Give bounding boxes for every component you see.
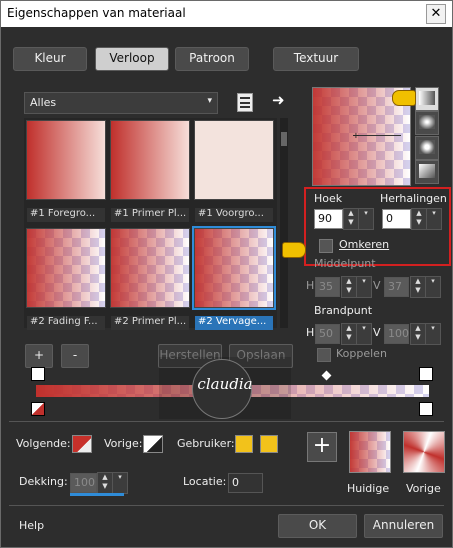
gradient-tile[interactable]: #2 Fading F... xyxy=(26,228,106,330)
opacity-slider[interactable] xyxy=(70,493,124,496)
link-label: Koppelen xyxy=(336,347,387,360)
user-swatch-1[interactable] xyxy=(235,435,253,453)
add-stop-button[interactable]: + xyxy=(25,344,53,368)
gradient-tile[interactable]: #1 Primer Pl... xyxy=(110,120,190,222)
scrollbar-thumb[interactable] xyxy=(281,132,287,146)
pointing-hand-icon xyxy=(282,242,306,258)
focal-v-spinner[interactable]: ▲ ▼ xyxy=(410,323,426,345)
tab-color[interactable]: Kleur xyxy=(13,47,87,71)
sunburst-gradient-style-button[interactable] xyxy=(415,160,439,184)
window-title: Eigenschappen van materiaal xyxy=(7,6,186,20)
repeats-input[interactable]: 0 xyxy=(382,209,411,229)
midpoint-h-input[interactable]: 35 xyxy=(315,277,340,297)
linear-gradient-style-button[interactable] xyxy=(415,87,439,111)
opacity-stop-marker[interactable] xyxy=(419,367,433,381)
document-icon[interactable] xyxy=(237,93,253,112)
tab-pattern[interactable]: Patroon xyxy=(175,47,249,71)
color-stop-marker[interactable] xyxy=(419,402,433,416)
angle-label: Hoek xyxy=(314,192,343,205)
title-bar: Eigenschappen van materiaal ✕ xyxy=(1,1,452,27)
midpoint-v-spinner[interactable]: ▲ ▼ xyxy=(410,276,426,298)
angle-dropdown[interactable]: ▾ xyxy=(358,208,374,230)
location-label: Locatie: xyxy=(183,475,227,488)
gradient-tile[interactable]: #1 Voorgro... xyxy=(194,120,274,222)
focal-h-dropdown[interactable]: ▾ xyxy=(356,323,372,345)
divider xyxy=(9,505,444,506)
gradient-label: #1 Primer Pl... xyxy=(111,208,189,222)
cancel-button[interactable]: Annuleren xyxy=(364,514,443,538)
focal-v-label: V xyxy=(373,326,381,339)
gradient-label: #1 Voorgro... xyxy=(195,208,273,222)
ok-button[interactable]: OK xyxy=(278,514,357,538)
pointing-hand-icon xyxy=(392,90,416,106)
gradient-tile[interactable]: #1 Foregro... xyxy=(26,120,106,222)
gradient-label: #2 Vervage... xyxy=(195,316,273,330)
focal-v-input[interactable]: 100 xyxy=(384,324,409,344)
midpoint-h-label: H xyxy=(306,279,315,292)
gradient-grid: #1 Foregro... #1 Primer Pl... #1 Voorgro… xyxy=(24,118,277,330)
gradient-label: #1 Foregro... xyxy=(27,208,105,222)
repeats-dropdown[interactable]: ▾ xyxy=(426,208,442,230)
radial-gradient-style-button[interactable] xyxy=(415,136,439,160)
opacity-label: Dekking: xyxy=(19,475,68,488)
material-properties-dialog: Eigenschappen van materiaal ✕ Kleur Verl… xyxy=(0,0,453,548)
category-dropdown[interactable]: Alles ▾ xyxy=(24,92,218,114)
link-checkbox[interactable] xyxy=(317,348,331,362)
arrow-right-icon[interactable]: ➜ xyxy=(272,91,285,109)
opacity-spinner[interactable]: ▲ ▼ xyxy=(97,472,113,494)
tab-texture[interactable]: Textuur xyxy=(273,47,359,71)
opacity-dropdown[interactable]: ▾ xyxy=(112,472,128,494)
invert-label: Omkeren xyxy=(339,238,390,251)
center-crosshair-icon[interactable]: ✛ xyxy=(353,132,359,140)
color-stop-marker[interactable] xyxy=(31,402,45,416)
opacity-stop-marker[interactable] xyxy=(31,367,45,381)
tab-gradient[interactable]: Verloop xyxy=(95,47,169,71)
watermark-text: claudia xyxy=(197,375,253,393)
midpoint-v-label: V xyxy=(373,279,381,292)
angle-spinner[interactable]: ▲ ▼ xyxy=(343,208,359,230)
opacity-input[interactable]: 100 xyxy=(70,473,97,493)
current-label: Huidige xyxy=(347,482,390,495)
watermark: claudia xyxy=(159,357,291,419)
prev-swatch[interactable] xyxy=(143,435,163,453)
focal-h-label: H xyxy=(306,326,315,339)
remove-stop-button[interactable]: - xyxy=(61,344,89,368)
gradient-label: #2 Fading F... xyxy=(27,316,105,330)
angle-input[interactable]: 90 xyxy=(314,209,343,229)
user-label: Gebruiker: xyxy=(177,437,235,450)
angle-handle-line xyxy=(353,135,401,136)
close-icon[interactable]: ✕ xyxy=(426,4,446,24)
add-swatch-button[interactable]: + xyxy=(307,432,337,462)
repeats-spinner[interactable]: ▲ ▼ xyxy=(411,208,427,230)
gradient-tile[interactable]: #2 Primer Pl... xyxy=(110,228,190,330)
previous-material-swatch[interactable] xyxy=(403,431,445,473)
midpoint-label: Middelpunt xyxy=(314,257,376,270)
location-input[interactable]: 0 xyxy=(228,473,263,493)
current-material-swatch[interactable] xyxy=(349,431,391,473)
chevron-down-icon: ▾ xyxy=(207,96,212,106)
focal-v-dropdown[interactable]: ▾ xyxy=(425,323,441,345)
gradient-tile-selected[interactable]: #2 Vervage... xyxy=(192,226,276,330)
midpoint-v-input[interactable]: 37 xyxy=(384,277,409,297)
category-value: Alles xyxy=(30,96,57,109)
midpoint-marker[interactable] xyxy=(321,370,332,381)
help-link[interactable]: Help xyxy=(19,519,44,532)
focal-label: Brandpunt xyxy=(314,304,373,317)
repeats-label: Herhalingen xyxy=(380,192,447,205)
gradient-scrollbar[interactable] xyxy=(280,118,288,328)
midpoint-h-dropdown[interactable]: ▾ xyxy=(356,276,372,298)
divider xyxy=(9,421,444,422)
user-swatch-2[interactable] xyxy=(260,435,278,453)
rectangular-gradient-style-button[interactable] xyxy=(415,111,439,135)
midpoint-h-spinner[interactable]: ▲ ▼ xyxy=(341,276,357,298)
gradient-label: #2 Primer Pl... xyxy=(111,316,189,330)
focal-h-spinner[interactable]: ▲ ▼ xyxy=(341,323,357,345)
invert-checkbox[interactable] xyxy=(319,239,333,253)
prev-label: Vorige: xyxy=(104,437,143,450)
midpoint-v-dropdown[interactable]: ▾ xyxy=(425,276,441,298)
focal-h-input[interactable]: 50 xyxy=(315,324,340,344)
previous-label: Vorige xyxy=(406,482,441,495)
next-label: Volgende: xyxy=(16,437,71,450)
next-swatch[interactable] xyxy=(72,435,92,453)
